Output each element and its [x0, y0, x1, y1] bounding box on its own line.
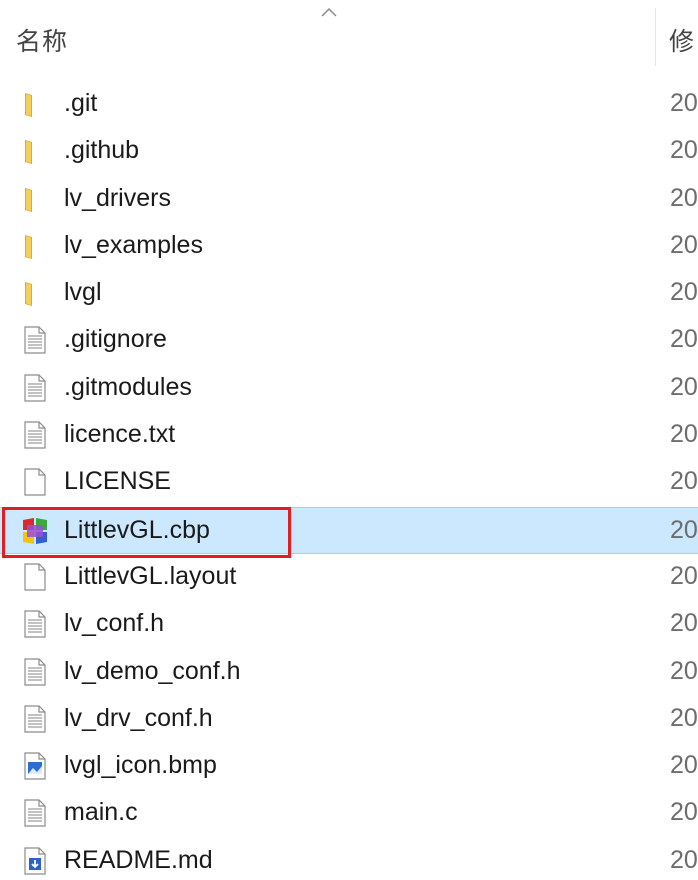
codeblocks-project-icon: [20, 516, 50, 546]
file-row[interactable]: README.md 20: [0, 838, 698, 880]
file-date-modified: 20: [670, 183, 698, 212]
file-row[interactable]: lv_drv_conf.h 20: [0, 696, 698, 743]
file-row[interactable]: lv_demo_conf.h 20: [0, 649, 698, 696]
file-row[interactable]: .git 20: [0, 81, 698, 128]
text-file-icon: [20, 798, 50, 828]
file-list: .git 20 .github 20 lv_drivers 20 lv_examples 20…: [0, 81, 698, 880]
file-name: lvgl: [64, 278, 102, 307]
markdown-file-icon: [20, 846, 50, 876]
file-name: LittlevGL.cbp: [64, 515, 210, 544]
folder-icon: [20, 278, 50, 308]
file-date-modified: 20: [670, 420, 698, 449]
file-name: .github: [64, 136, 140, 165]
file-row[interactable]: .gitignore 20: [0, 317, 698, 364]
file-date-modified: 20: [670, 372, 698, 401]
file-name: .gitmodules: [64, 372, 192, 401]
file-row[interactable]: lvgl_icon.bmp 20: [0, 743, 698, 790]
file-name: .git: [64, 89, 98, 117]
file-date-modified: 20: [670, 467, 698, 496]
file-date-modified: 20: [670, 515, 698, 544]
file-row[interactable]: lvgl 20: [0, 270, 698, 317]
file-date-modified: 20: [670, 325, 698, 354]
file-row[interactable]: lv_drivers 20: [0, 176, 698, 223]
file-date-modified: 20: [670, 609, 698, 638]
file-row[interactable]: lv_examples 20: [0, 223, 698, 270]
file-row[interactable]: licence.txt 20: [0, 412, 698, 459]
file-name: lvgl_icon.bmp: [64, 751, 217, 780]
sort-ascending-icon[interactable]: [320, 6, 338, 18]
file-row[interactable]: lv_conf.h 20: [0, 601, 698, 648]
file-name: lv_conf.h: [64, 609, 165, 638]
file-name: LittlevGL.layout: [64, 561, 237, 590]
file-date-modified: 20: [670, 561, 698, 590]
folder-icon: [20, 231, 50, 261]
text-file-icon: [20, 420, 50, 450]
file-name: README.md: [64, 845, 213, 874]
file-date-modified: 20: [670, 751, 698, 780]
file-name: lv_drv_conf.h: [64, 703, 213, 732]
file-name: lv_drivers: [64, 183, 171, 212]
file-date-modified: 20: [670, 230, 698, 259]
column-header-name[interactable]: 名称: [16, 22, 68, 58]
column-header-date-modified[interactable]: 修: [669, 22, 694, 58]
column-header-bar: 名称 修: [0, 0, 698, 72]
blank-file-icon: [20, 562, 50, 592]
text-file-icon: [20, 704, 50, 734]
file-name: main.c: [64, 798, 138, 827]
text-file-icon: [20, 325, 50, 355]
file-explorer-list: 名称 修 .git 20 .github 20 lv_drivers 20 lv_examp…: [0, 0, 698, 880]
file-row[interactable]: main.c 20: [0, 790, 698, 837]
file-row[interactable]: LittlevGL.layout 20: [0, 554, 698, 601]
file-name: lv_examples: [64, 230, 203, 259]
folder-icon: [20, 89, 50, 119]
file-name: licence.txt: [64, 420, 176, 449]
file-row[interactable]: .github 20: [0, 128, 698, 175]
file-date-modified: 20: [670, 845, 698, 874]
folder-icon: [20, 136, 50, 166]
file-name: LICENSE: [64, 467, 171, 496]
file-date-modified: 20: [670, 278, 698, 307]
blank-file-icon: [20, 467, 50, 497]
file-name: lv_demo_conf.h: [64, 656, 241, 685]
file-date-modified: 20: [670, 136, 698, 165]
file-name: .gitignore: [64, 325, 167, 354]
file-date-modified: 20: [670, 703, 698, 732]
folder-icon: [20, 184, 50, 214]
file-row-selected[interactable]: LittlevGL.cbp 20: [0, 506, 698, 554]
text-file-icon: [20, 609, 50, 639]
file-row[interactable]: LICENSE 20: [0, 459, 698, 506]
text-file-icon: [20, 373, 50, 403]
text-file-icon: [20, 657, 50, 687]
file-date-modified: 20: [670, 798, 698, 827]
image-file-icon: [20, 751, 50, 781]
file-date-modified: 20: [670, 89, 698, 117]
column-divider[interactable]: [655, 8, 656, 66]
file-date-modified: 20: [670, 656, 698, 685]
file-row[interactable]: .gitmodules 20: [0, 365, 698, 412]
